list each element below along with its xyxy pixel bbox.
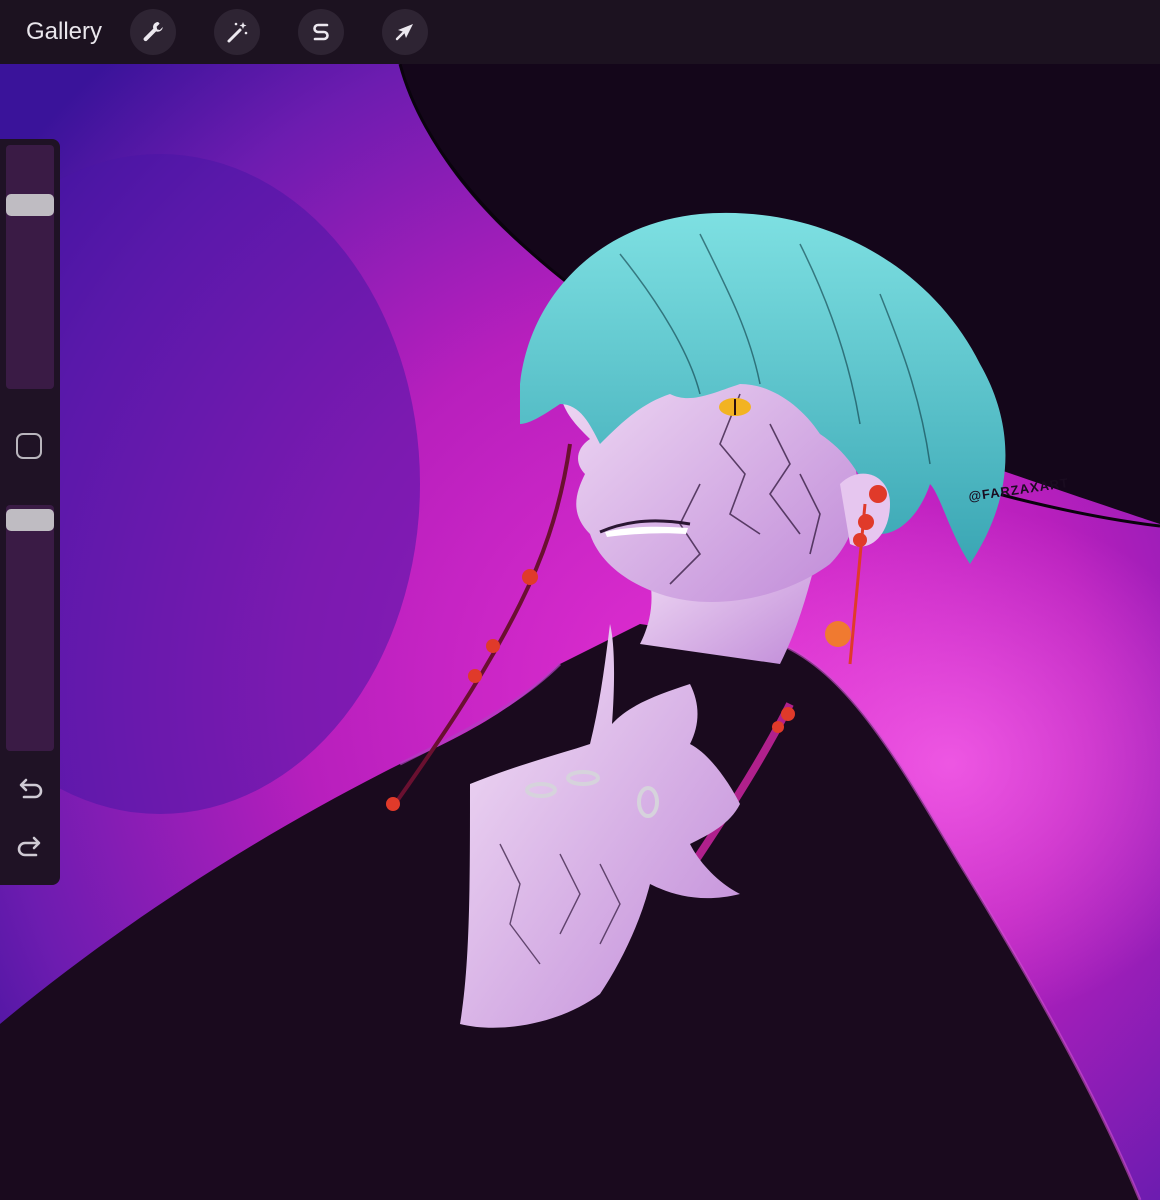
transform-button[interactable]: [382, 9, 429, 55]
top-toolbar: Gallery: [0, 0, 1160, 64]
opacity-slider[interactable]: [6, 505, 54, 751]
brush-size-thumb[interactable]: [6, 193, 54, 216]
earring-bead: [869, 485, 887, 503]
brush-size-slider[interactable]: [6, 145, 54, 389]
actions-button[interactable]: [130, 9, 177, 55]
magic-wand-icon: [227, 22, 248, 43]
drawing-canvas[interactable]: [0, 64, 1160, 1200]
selection-button[interactable]: [298, 9, 345, 55]
left-sidebar: [0, 139, 60, 885]
gallery-button[interactable]: Gallery: [26, 18, 102, 46]
arrow-cursor-icon: [395, 24, 414, 41]
adjustments-button[interactable]: [214, 9, 261, 55]
modify-button[interactable]: [16, 433, 42, 459]
artwork-illustration: [0, 64, 1160, 1200]
redo-icon[interactable]: [14, 831, 46, 863]
selection-s-icon: [313, 23, 329, 41]
wrench-icon: [143, 22, 163, 42]
undo-icon[interactable]: [14, 773, 46, 805]
opacity-thumb[interactable]: [6, 509, 54, 532]
